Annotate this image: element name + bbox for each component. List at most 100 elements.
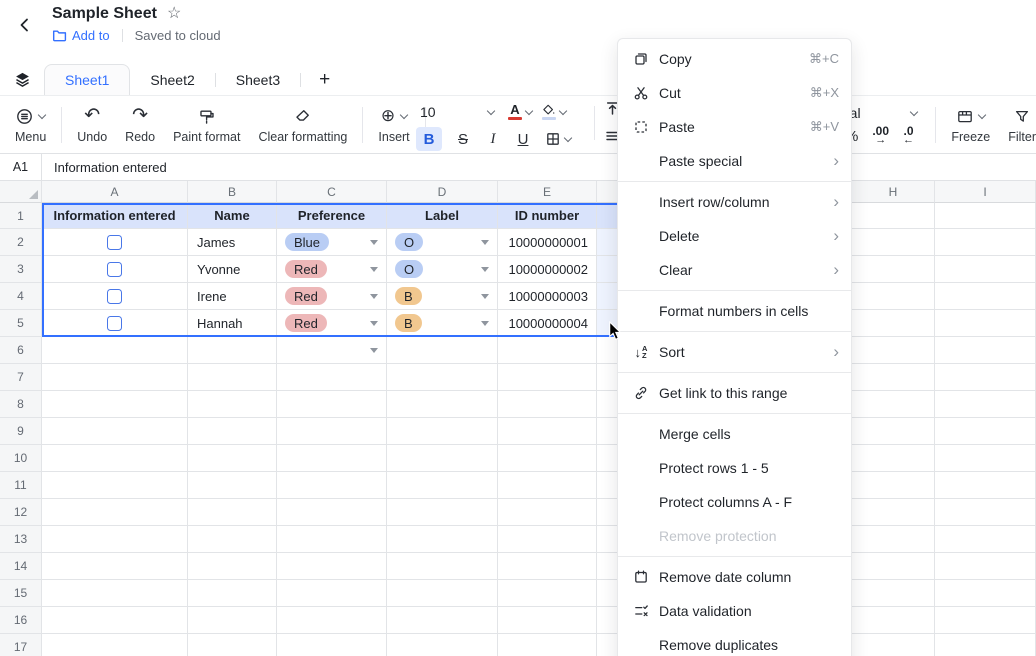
add-to-button[interactable]: Add to	[52, 28, 110, 43]
row-header-5[interactable]: 5	[0, 310, 42, 337]
cell-H8[interactable]	[852, 391, 935, 418]
menu-item-protect-columns-a-f[interactable]: Protect columns A - F	[618, 485, 851, 519]
cell-E8[interactable]	[498, 391, 597, 418]
cell-H9[interactable]	[852, 418, 935, 445]
dropdown-arrow-icon[interactable]	[481, 321, 489, 326]
row-header-15[interactable]: 15	[0, 580, 42, 607]
cell-A12[interactable]	[42, 499, 188, 526]
cell-B11[interactable]	[188, 472, 277, 499]
tab-sheet1[interactable]: Sheet1	[44, 64, 130, 95]
cell-D10[interactable]	[387, 445, 498, 472]
cell-B3[interactable]: Yvonne	[188, 256, 277, 283]
insert-button[interactable]: ⊕ Insert	[369, 99, 418, 151]
cell-E14[interactable]	[498, 553, 597, 580]
checkbox[interactable]	[107, 235, 122, 250]
cell-H13[interactable]	[852, 526, 935, 553]
cell-E5[interactable]: 10000000004	[498, 310, 597, 337]
cell-E10[interactable]	[498, 445, 597, 472]
cell-I16[interactable]	[935, 607, 1036, 634]
cell-I11[interactable]	[935, 472, 1036, 499]
cell-H7[interactable]	[852, 364, 935, 391]
cell-E9[interactable]	[498, 418, 597, 445]
filter-button[interactable]: Filter	[999, 99, 1036, 151]
cell-B4[interactable]: Irene	[188, 283, 277, 310]
cell-A3[interactable]	[42, 256, 188, 283]
cell-B8[interactable]	[188, 391, 277, 418]
cell-A4[interactable]	[42, 283, 188, 310]
cell-E3[interactable]: 10000000002	[498, 256, 597, 283]
cell-D2[interactable]: O	[387, 229, 498, 256]
row-header-11[interactable]: 11	[0, 472, 42, 499]
cell-C16[interactable]	[277, 607, 387, 634]
borders-button[interactable]	[538, 127, 578, 151]
row-header-1[interactable]: 1	[0, 203, 42, 229]
menu-item-remove-duplicates[interactable]: Remove duplicates	[618, 628, 851, 656]
sheet-list-button[interactable]	[0, 64, 44, 95]
cell-I14[interactable]	[935, 553, 1036, 580]
cell-D17[interactable]	[387, 634, 498, 656]
cell-C5[interactable]: Red	[277, 310, 387, 337]
cell-I10[interactable]	[935, 445, 1036, 472]
cell-D4[interactable]: B	[387, 283, 498, 310]
checkbox[interactable]	[107, 289, 122, 304]
cell-C8[interactable]	[277, 391, 387, 418]
cell-E4[interactable]: 10000000003	[498, 283, 597, 310]
menu-item-data-validation[interactable]: Data validation	[618, 594, 851, 628]
dropdown-arrow-icon[interactable]	[481, 267, 489, 272]
back-button[interactable]	[12, 12, 38, 38]
column-header-C[interactable]: C	[277, 181, 387, 203]
cell-C14[interactable]	[277, 553, 387, 580]
cell-H10[interactable]	[852, 445, 935, 472]
cell-C10[interactable]	[277, 445, 387, 472]
cell-A14[interactable]	[42, 553, 188, 580]
column-header-H[interactable]: H	[852, 181, 935, 203]
column-header-A[interactable]: A	[42, 181, 188, 203]
column-header-E[interactable]: E	[498, 181, 597, 203]
row-header-2[interactable]: 2	[0, 229, 42, 256]
paint-format-button[interactable]: Paint format	[164, 99, 249, 151]
cell-I9[interactable]	[935, 418, 1036, 445]
cell-A10[interactable]	[42, 445, 188, 472]
row-header-17[interactable]: 17	[0, 634, 42, 656]
cell-C1[interactable]: Preference	[277, 203, 387, 229]
cell-H17[interactable]	[852, 634, 935, 656]
cell-D7[interactable]	[387, 364, 498, 391]
cell-A5[interactable]	[42, 310, 188, 337]
dropdown-arrow-icon[interactable]	[481, 240, 489, 245]
menu-item-paste-special[interactable]: Paste special›	[618, 144, 851, 178]
menu-item-sort[interactable]: ↓AZSort›	[618, 335, 851, 369]
cell-I17[interactable]	[935, 634, 1036, 656]
cell-B12[interactable]	[188, 499, 277, 526]
cell-C13[interactable]	[277, 526, 387, 553]
menu-item-cut[interactable]: Cut⌘+X	[618, 76, 851, 110]
cell-H4[interactable]	[852, 283, 935, 310]
cell-D8[interactable]	[387, 391, 498, 418]
dropdown-arrow-icon[interactable]	[370, 240, 378, 245]
cell-I5[interactable]	[935, 310, 1036, 337]
cell-A8[interactable]	[42, 391, 188, 418]
tab-sheet3[interactable]: Sheet3	[216, 64, 300, 95]
checkbox[interactable]	[107, 262, 122, 277]
cell-C3[interactable]: Red	[277, 256, 387, 283]
bold-button[interactable]: B	[416, 127, 442, 151]
cell-E11[interactable]	[498, 472, 597, 499]
cell-H5[interactable]	[852, 310, 935, 337]
cell-C15[interactable]	[277, 580, 387, 607]
row-header-4[interactable]: 4	[0, 283, 42, 310]
select-all-corner[interactable]	[0, 181, 42, 203]
cell-C12[interactable]	[277, 499, 387, 526]
cell-A13[interactable]	[42, 526, 188, 553]
cell-B5[interactable]: Hannah	[188, 310, 277, 337]
cell-A15[interactable]	[42, 580, 188, 607]
cell-B6[interactable]	[188, 337, 277, 364]
cell-D14[interactable]	[387, 553, 498, 580]
add-sheet-button[interactable]: +	[301, 64, 348, 95]
cell-E15[interactable]	[498, 580, 597, 607]
cell-E1[interactable]: ID number	[498, 203, 597, 229]
cell-B15[interactable]	[188, 580, 277, 607]
cell-I15[interactable]	[935, 580, 1036, 607]
cell-H12[interactable]	[852, 499, 935, 526]
clear-formatting-button[interactable]: Clear formatting	[249, 99, 356, 151]
column-header-I[interactable]: I	[935, 181, 1036, 203]
row-header-6[interactable]: 6	[0, 337, 42, 364]
